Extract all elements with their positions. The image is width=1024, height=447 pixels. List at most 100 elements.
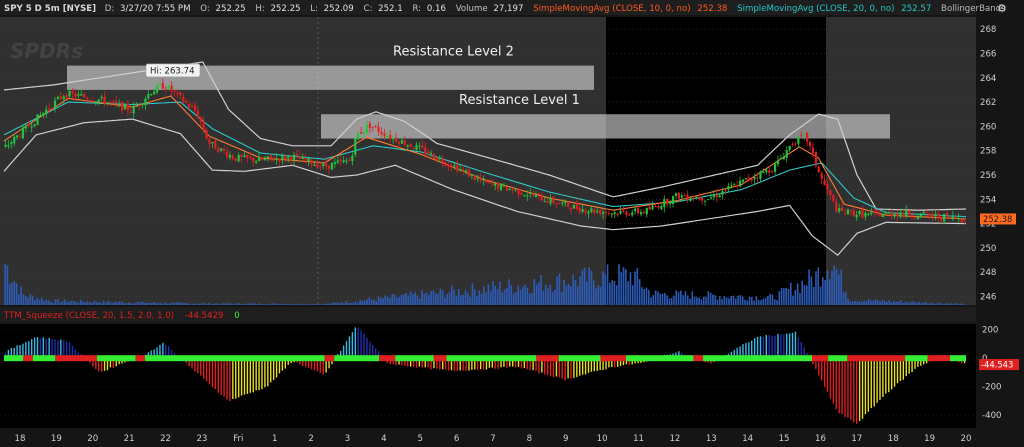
volume-bar xyxy=(664,293,666,305)
sma10-study-label[interactable]: SimpleMovingAvg (CLOSE, 10, 0, no) xyxy=(533,4,690,14)
volume-bar xyxy=(904,301,907,305)
candle-body xyxy=(797,136,800,144)
watermark-logo: SPDRs xyxy=(10,39,83,63)
volume-bar xyxy=(757,299,760,305)
volume-bar xyxy=(806,285,808,305)
volume-bar xyxy=(418,298,421,305)
candle-body xyxy=(741,179,745,182)
volume-bar xyxy=(728,298,730,305)
candle-body xyxy=(351,155,354,162)
volume-bar xyxy=(412,294,414,305)
volume-bar xyxy=(118,301,121,305)
candle-body xyxy=(491,183,494,185)
candle-body xyxy=(534,194,538,198)
volume-bar xyxy=(480,293,483,305)
volume-bar xyxy=(489,291,492,305)
volume-bar xyxy=(437,293,439,305)
candle-body xyxy=(642,211,645,214)
volume-bar xyxy=(849,301,852,305)
volume-bar xyxy=(789,282,792,305)
volume-bar xyxy=(354,301,357,305)
candle-body xyxy=(680,195,683,198)
volume-bar xyxy=(464,290,467,305)
volume-bar xyxy=(572,274,574,305)
volume-bar xyxy=(144,302,146,305)
volume-bar xyxy=(166,303,169,305)
volume-bar xyxy=(615,285,618,305)
volume-bar xyxy=(377,296,380,305)
volume-bar xyxy=(705,296,707,305)
candle-body xyxy=(808,141,812,147)
candle-body xyxy=(686,195,689,200)
volume-bar xyxy=(867,299,870,305)
volume-bar xyxy=(570,286,572,305)
volume-bar xyxy=(233,304,235,305)
squeeze-dot-segment xyxy=(379,355,396,362)
volume-bar xyxy=(641,287,643,305)
volume-bar xyxy=(283,304,286,305)
candle-body xyxy=(832,194,835,201)
sma20-study-label[interactable]: SimpleMovingAvg (CLOSE, 20, 0, no) xyxy=(737,4,894,14)
symbol-title[interactable]: SPY 5 D 5m [NYSE] xyxy=(4,4,96,14)
price-tick-label: 266 xyxy=(980,49,996,59)
volume-bar xyxy=(528,293,531,305)
volume-bar xyxy=(515,291,517,305)
volume-bar xyxy=(123,303,126,305)
volume-bar xyxy=(341,302,343,305)
candle-body xyxy=(558,203,561,205)
candle-body xyxy=(695,197,698,200)
volume-bar xyxy=(535,284,538,305)
candle-body xyxy=(951,215,954,219)
volume-bar xyxy=(783,288,785,305)
time-tick-label: 2 xyxy=(308,434,313,444)
candle-body xyxy=(934,214,937,216)
candle-body xyxy=(631,212,634,216)
volume-bar xyxy=(434,293,437,305)
candle-body xyxy=(386,136,389,138)
volume-bar xyxy=(306,303,309,305)
candle-body xyxy=(963,221,966,223)
candle-body xyxy=(68,90,71,97)
candle-body xyxy=(555,203,558,205)
candle-body xyxy=(590,208,593,212)
settings-gear-icon[interactable]: ⚙ xyxy=(997,2,1007,15)
volume-bar xyxy=(929,302,932,305)
ttm-squeeze-study-label[interactable]: TTM_Squeeze (CLOSE, 20, 1.5, 2.0, 1.0) xyxy=(3,311,174,321)
candle-body xyxy=(272,159,275,161)
candle-body xyxy=(750,179,753,181)
candle-body xyxy=(447,165,450,167)
candle-body xyxy=(418,145,421,147)
candle-body xyxy=(823,179,826,186)
volume-bar xyxy=(723,296,726,305)
candle-body xyxy=(928,213,931,216)
volume-bar xyxy=(157,302,160,305)
candle-body xyxy=(540,195,543,201)
candle-body xyxy=(222,148,226,151)
volume-bar xyxy=(164,302,167,305)
volume-bar xyxy=(682,295,684,305)
candle-body xyxy=(485,180,488,183)
price-chart[interactable]: SPY 5 D 5m [NYSE] D: 3/27/20 7:55 PM O: … xyxy=(0,0,1024,447)
volume-bar xyxy=(29,294,32,305)
candle-body xyxy=(467,169,471,177)
volume-bar xyxy=(712,294,714,305)
field-range-value: 0.16 xyxy=(427,4,446,14)
candle-body xyxy=(896,213,899,217)
candle-body xyxy=(427,152,430,155)
candle-body xyxy=(651,205,654,210)
volume-bar xyxy=(602,271,604,305)
field-date-label: D: xyxy=(105,4,115,14)
candle-body xyxy=(738,180,742,187)
candle-body xyxy=(432,153,436,159)
volume-bar xyxy=(950,303,952,305)
volume-bar xyxy=(448,292,451,305)
volume-bar xyxy=(52,302,55,305)
volume-bar xyxy=(909,302,911,305)
candle-body xyxy=(325,162,328,167)
candle-body xyxy=(578,207,581,213)
volume-bar xyxy=(863,300,865,305)
time-tick-label: 14 xyxy=(742,434,753,444)
candle-body xyxy=(773,163,777,172)
volume-bar xyxy=(817,267,820,305)
volume-bar xyxy=(496,289,499,305)
